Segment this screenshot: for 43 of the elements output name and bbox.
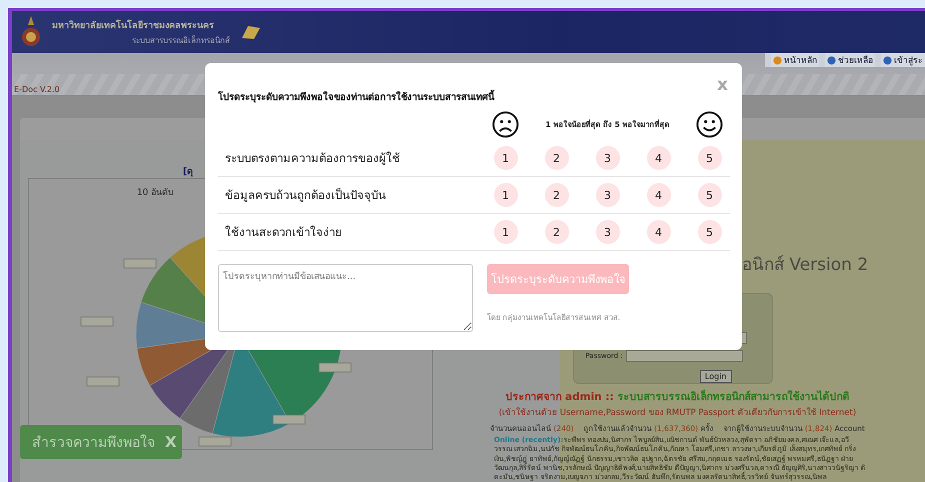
rating-option[interactable]: 1	[494, 220, 518, 244]
comment-field[interactable]: โปรดระบุหากท่านมีข้อเสนอแนะ...	[218, 264, 473, 332]
rating-option[interactable]: 3	[596, 220, 620, 244]
announcement-note: (เข้าใช้งานด้วย Username,Password ของ RMUTP Passport ตัวเดียวกับการเข้าใช้ Internet)	[498, 406, 856, 419]
rating-option[interactable]: 5	[698, 146, 722, 170]
question-label: ใช้งานสะดวกเข้าใจง่าย	[224, 224, 343, 241]
announcement-message: ระบบสารบรรณอิเล็กทรอนิกส์สามารถใช้งานได้ปกติ	[617, 391, 850, 403]
slice-label-box	[124, 258, 156, 268]
rating-option[interactable]: 3	[596, 146, 620, 170]
chart-title: 10 อันดับ	[136, 187, 174, 199]
slice-label-box	[272, 414, 306, 424]
rating-option[interactable]: 5	[698, 220, 722, 244]
rating-option[interactable]: 1	[494, 146, 518, 170]
login-button[interactable]: Login	[700, 370, 732, 383]
version-label: E-Doc V.2.0	[14, 85, 60, 94]
question-label: ระบบตรงตามความต้องการของผู้ใช้	[224, 150, 401, 167]
rating-option[interactable]: 4	[646, 220, 670, 244]
rating-option[interactable]: 4	[646, 146, 670, 170]
emblem-icon	[20, 15, 42, 49]
announcement-label: ประกาศจาก admin ::	[506, 391, 614, 403]
rating-option[interactable]: 5	[698, 183, 722, 207]
book-icon	[240, 24, 262, 40]
slice-label-box	[198, 436, 232, 446]
rating-option[interactable]: 2	[544, 220, 568, 244]
slice-label-box	[86, 376, 120, 386]
sad-face-icon	[492, 110, 519, 138]
nav-link[interactable]: ช่วยเหลือ	[825, 53, 875, 67]
rating-option[interactable]: 2	[544, 146, 568, 170]
smiley-face-icon	[696, 110, 723, 138]
slice-label-box	[80, 316, 114, 326]
slice-label-box	[318, 362, 352, 372]
page-heading: อนิกส์ Version 2	[742, 254, 868, 277]
rating-option[interactable]: 3	[596, 183, 620, 207]
university-name: มหาวิทยาลัยเทคโนโลยีราชมงคลพระนคร	[52, 18, 215, 32]
section-heading: [ดุ	[183, 167, 194, 177]
rating-option[interactable]: 4	[646, 183, 670, 207]
question-label: ข้อมูลครบถ้วนถูกต้องเป็นปัจจุบัน	[224, 186, 387, 204]
rating-option[interactable]: 2	[544, 183, 568, 207]
password-field[interactable]	[626, 350, 743, 362]
nav-link[interactable]: หน้าหลัก	[771, 53, 819, 67]
nav-link[interactable]: เข้าสู่ระ	[881, 53, 925, 67]
system-name: ระบบสารบรรณอิเล็กทรอนิกส์	[131, 34, 230, 46]
rating-option[interactable]: 1	[494, 183, 518, 207]
